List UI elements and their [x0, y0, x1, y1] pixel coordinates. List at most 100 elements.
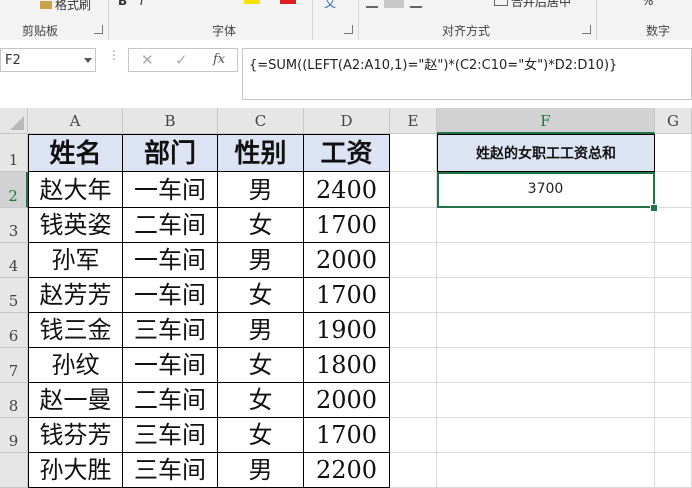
table-cell-name[interactable]: 钱英姿 — [28, 208, 123, 243]
table-cell-department[interactable]: 一车间 — [123, 243, 218, 278]
table-cell-department[interactable]: 一车间 — [123, 348, 218, 383]
table-cell-salary[interactable]: 1700 — [304, 208, 390, 243]
table-cell-salary[interactable]: 2000 — [304, 243, 390, 278]
cell-g9[interactable] — [655, 418, 692, 453]
column-header-g[interactable]: G — [655, 108, 692, 134]
table-cell-department[interactable]: 三车间 — [123, 418, 218, 453]
table-cell-salary[interactable]: 1900 — [304, 313, 390, 348]
table-cell-department[interactable]: 一车间 — [123, 172, 218, 208]
table-cell-name[interactable]: 孙纹 — [28, 348, 123, 383]
table-cell-gender[interactable]: 女 — [218, 348, 304, 383]
wubi-icon[interactable]: 文 — [324, 0, 336, 11]
merge-center-button[interactable]: 合并后居中 — [494, 0, 571, 10]
header-cell-name[interactable]: 姓名 — [28, 134, 123, 172]
table-cell-name[interactable]: 孙大胜 — [28, 453, 123, 488]
table-cell-gender[interactable]: 男 — [218, 453, 304, 488]
row-header-9[interactable]: 9 — [0, 418, 28, 453]
table-cell-gender[interactable]: 女 — [218, 278, 304, 313]
table-cell-gender[interactable]: 男 — [218, 313, 304, 348]
cell-e8[interactable] — [390, 383, 437, 418]
column-header-f[interactable]: F — [437, 108, 655, 134]
cell-g5[interactable] — [655, 278, 692, 313]
formula-input[interactable]: {=SUM((LEFT(A2:A10,1)="赵")*(C2:C10="女")*… — [242, 48, 692, 100]
table-cell-department[interactable]: 二车间 — [123, 383, 218, 418]
result-header-cell[interactable]: 姓赵的女职工工资总和 — [437, 134, 655, 172]
cell-f10[interactable] — [437, 453, 655, 488]
table-cell-department[interactable]: 一车间 — [123, 278, 218, 313]
cell-g3[interactable] — [655, 208, 692, 243]
cancel-icon[interactable]: ✕ — [141, 51, 154, 69]
cell-f6[interactable] — [437, 313, 655, 348]
cell-f8[interactable] — [437, 383, 655, 418]
italic-button[interactable]: I — [140, 0, 144, 8]
column-header-a[interactable]: A — [28, 108, 123, 134]
format-painter-button[interactable]: 格式刷 — [40, 0, 91, 13]
row-header-3[interactable]: 3 — [0, 208, 28, 243]
cell-e3[interactable] — [390, 208, 437, 243]
row-header-10[interactable] — [0, 453, 28, 488]
cell-f4[interactable] — [437, 243, 655, 278]
table-cell-salary[interactable]: 1700 — [304, 278, 390, 313]
table-cell-salary[interactable]: 2200 — [304, 453, 390, 488]
fill-color-icon[interactable] — [244, 0, 260, 4]
column-header-c[interactable]: C — [218, 108, 304, 134]
cell-e1[interactable] — [390, 134, 437, 172]
table-cell-department[interactable]: 三车间 — [123, 313, 218, 348]
font-launcher-icon[interactable] — [344, 25, 353, 34]
table-cell-gender[interactable]: 男 — [218, 243, 304, 278]
row-header-8[interactable]: 8 — [0, 383, 28, 418]
table-cell-gender[interactable]: 女 — [218, 418, 304, 453]
bold-button[interactable]: B — [118, 0, 127, 8]
align-right-icon[interactable] — [410, 0, 422, 8]
enter-icon[interactable]: ✓ — [175, 51, 188, 69]
align-left-icon[interactable] — [366, 0, 378, 8]
table-cell-salary[interactable]: 1800 — [304, 348, 390, 383]
table-cell-name[interactable]: 钱芬芳 — [28, 418, 123, 453]
cell-e5[interactable] — [390, 278, 437, 313]
row-header-2[interactable]: 2 — [0, 172, 28, 208]
cell-g10[interactable] — [655, 453, 692, 488]
cell-e9[interactable] — [390, 418, 437, 453]
percent-button[interactable]: % — [642, 0, 653, 8]
column-header-b[interactable]: B — [123, 108, 218, 134]
cell-e2[interactable] — [390, 172, 437, 208]
header-cell-department[interactable]: 部门 — [123, 134, 218, 172]
table-cell-name[interactable]: 赵芳芳 — [28, 278, 123, 313]
column-header-d[interactable]: D — [304, 108, 390, 134]
cell-g6[interactable] — [655, 313, 692, 348]
drag-handle-icon[interactable]: ⋮ — [108, 49, 120, 61]
cell-g4[interactable] — [655, 243, 692, 278]
cell-g8[interactable] — [655, 383, 692, 418]
table-cell-department[interactable]: 二车间 — [123, 208, 218, 243]
row-header-6[interactable]: 6 — [0, 313, 28, 348]
row-header-5[interactable]: 5 — [0, 278, 28, 313]
chevron-down-icon[interactable] — [84, 58, 92, 63]
header-cell-gender[interactable]: 性别 — [218, 134, 304, 172]
cell-f5[interactable] — [437, 278, 655, 313]
table-cell-salary[interactable]: 2000 — [304, 383, 390, 418]
font-color-icon[interactable] — [280, 0, 296, 4]
cell-e6[interactable] — [390, 313, 437, 348]
cell-g1[interactable] — [655, 134, 692, 172]
select-all-button[interactable] — [0, 108, 28, 134]
table-cell-gender[interactable]: 女 — [218, 383, 304, 418]
table-cell-gender[interactable]: 女 — [218, 208, 304, 243]
clipboard-launcher-icon[interactable] — [94, 25, 103, 34]
cell-e10[interactable] — [390, 453, 437, 488]
table-cell-name[interactable]: 孙军 — [28, 243, 123, 278]
table-cell-gender[interactable]: 男 — [218, 172, 304, 208]
table-cell-department[interactable]: 三车间 — [123, 453, 218, 488]
cell-f3[interactable] — [437, 208, 655, 243]
cell-g7[interactable] — [655, 348, 692, 383]
column-header-e[interactable]: E — [390, 108, 437, 134]
cell-f7[interactable] — [437, 348, 655, 383]
cell-g2[interactable] — [655, 172, 692, 208]
insert-function-icon[interactable]: fx — [213, 52, 225, 67]
row-header-7[interactable]: 7 — [0, 348, 28, 383]
table-cell-salary[interactable]: 1700 — [304, 418, 390, 453]
cell-e7[interactable] — [390, 348, 437, 383]
name-box[interactable]: F2 — [0, 48, 96, 72]
cell-e4[interactable] — [390, 243, 437, 278]
table-cell-salary[interactable]: 2400 — [304, 172, 390, 208]
table-cell-name[interactable]: 钱三金 — [28, 313, 123, 348]
